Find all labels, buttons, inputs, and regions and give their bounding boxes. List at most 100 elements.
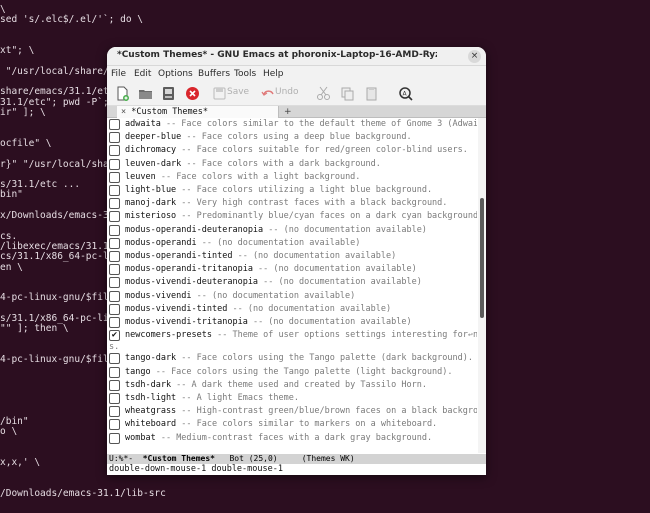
theme-entry[interactable]: leuven -- Face colors with a light backg…	[125, 171, 360, 184]
save-button[interactable]: Save	[227, 87, 249, 103]
menu-tools[interactable]: Tools	[234, 69, 256, 79]
scrollbar-thumb[interactable]	[480, 198, 484, 318]
theme-name[interactable]: tango	[125, 367, 151, 377]
theme-entry[interactable]: tsdh-dark -- A dark theme used and creat…	[125, 379, 427, 392]
theme-name[interactable]: whiteboard	[125, 419, 176, 429]
theme-name[interactable]: modus-operandi-tritanopia	[125, 264, 253, 274]
search-icon[interactable]: A	[398, 86, 413, 101]
theme-checkbox[interactable]	[109, 379, 120, 391]
theme-name[interactable]: deeper-blue	[125, 132, 181, 142]
theme-checkbox[interactable]	[109, 198, 120, 210]
theme-checkbox[interactable]	[109, 290, 120, 302]
theme-entry[interactable]: manoj-dark -- Very high contrast faces w…	[125, 197, 447, 210]
theme-checkbox[interactable]	[109, 406, 120, 418]
theme-name[interactable]: tsdh-dark	[125, 380, 171, 390]
modeline-buffer-name[interactable]: *Custom Themes*	[143, 454, 215, 463]
theme-checkbox[interactable]	[109, 393, 120, 404]
tab-custom-themes[interactable]: × *Custom Themes*	[117, 106, 279, 118]
menu-options[interactable]: Options	[158, 69, 193, 79]
theme-entry[interactable]: tsdh-light -- A light Emacs theme.	[125, 392, 299, 405]
mode-line[interactable]: U:%*- *Custom Themes* Bot (25,0) (Themes…	[107, 454, 486, 464]
theme-entry[interactable]: modus-vivendi-tritanopia -- (no document…	[125, 316, 412, 329]
theme-checkbox[interactable]	[109, 185, 120, 196]
new-file-icon[interactable]	[115, 86, 130, 101]
theme-entry[interactable]: tango-dark -- Face colors using the Tang…	[125, 352, 473, 365]
menu-buffers[interactable]: Buffers	[198, 69, 230, 79]
theme-name[interactable]: wheatgrass	[125, 406, 176, 416]
theme-entry[interactable]: newcomers-presets -- Theme of user optio…	[125, 329, 477, 342]
menu-edit[interactable]: Edit	[134, 69, 151, 79]
theme-name[interactable]: tsdh-light	[125, 393, 176, 403]
theme-entry[interactable]: modus-vivendi-tinted -- (no documentatio…	[125, 303, 391, 316]
theme-entry[interactable]: whiteboard -- Face colors similar to mar…	[125, 418, 437, 431]
dired-icon[interactable]	[161, 86, 176, 101]
theme-name[interactable]: modus-vivendi-tinted	[125, 304, 227, 314]
theme-checkbox[interactable]	[109, 366, 120, 378]
theme-checkbox[interactable]	[109, 251, 120, 262]
theme-name[interactable]: modus-vivendi-tritanopia	[125, 317, 248, 327]
theme-name[interactable]: dichromacy	[125, 145, 176, 155]
close-window-button[interactable]: ×	[468, 50, 481, 63]
theme-name[interactable]: tango-dark	[125, 353, 176, 363]
theme-name[interactable]: wombat	[125, 433, 156, 443]
theme-checkbox[interactable]	[109, 237, 120, 249]
theme-name[interactable]: modus-vivendi	[125, 291, 192, 301]
theme-name[interactable]: modus-vivendi-deuteranopia	[125, 277, 258, 287]
theme-name[interactable]: manoj-dark	[125, 198, 176, 208]
theme-checkbox[interactable]	[109, 353, 120, 365]
theme-name[interactable]: modus-operandi-tinted	[125, 251, 232, 261]
theme-entry[interactable]: light-blue -- Face colors utilizing a li…	[125, 184, 432, 197]
theme-entry[interactable]: dichromacy -- Face colors suitable for r…	[125, 144, 468, 157]
theme-name[interactable]: leuven	[125, 172, 156, 182]
theme-checkbox[interactable]	[109, 224, 120, 236]
title-bar[interactable]: *Custom Themes* - GNU Emacs at phoronix-…	[107, 47, 486, 66]
theme-entry[interactable]: modus-vivendi-deuteranopia -- (no docume…	[125, 276, 422, 289]
custom-themes-buffer[interactable]: adwaita -- Face colors similar to the de…	[107, 118, 477, 453]
theme-checkbox[interactable]	[109, 158, 120, 170]
theme-entry[interactable]: adwaita -- Face colors similar to the de…	[125, 118, 477, 131]
theme-checkbox[interactable]	[109, 277, 120, 289]
theme-entry[interactable]: deeper-blue -- Face colors using a deep …	[125, 131, 412, 144]
theme-checkbox[interactable]	[109, 432, 120, 444]
tab-close-icon[interactable]: ×	[121, 107, 126, 117]
modeline-mode[interactable]: (Themes WK)	[302, 454, 355, 463]
theme-entry[interactable]: modus-operandi-tinted -- (no documentati…	[125, 250, 396, 263]
theme-name[interactable]: modus-operandi-deuteranopia	[125, 225, 263, 235]
theme-checkbox[interactable]	[109, 211, 120, 223]
theme-checkbox[interactable]	[109, 132, 120, 144]
menu-help[interactable]: Help	[263, 69, 284, 79]
cut-icon[interactable]	[316, 86, 331, 101]
theme-entry[interactable]: wheatgrass -- High-contrast green/blue/b…	[125, 405, 477, 418]
theme-checkbox[interactable]	[109, 419, 120, 431]
kill-buffer-icon[interactable]	[185, 86, 200, 101]
theme-checkbox[interactable]	[109, 317, 120, 328]
theme-checkbox[interactable]	[109, 264, 120, 276]
new-tab-button[interactable]: +	[284, 106, 292, 118]
theme-checkbox[interactable]	[109, 303, 120, 315]
theme-name[interactable]: misterioso	[125, 211, 176, 221]
undo-button[interactable]: Undo	[275, 87, 299, 103]
paste-icon[interactable]	[364, 86, 379, 101]
theme-checkbox[interactable]	[109, 145, 120, 157]
theme-entry[interactable]: modus-operandi-deuteranopia -- (no docum…	[125, 224, 427, 237]
theme-entry[interactable]: leuven-dark -- Face colors with a dark b…	[125, 158, 381, 171]
theme-name[interactable]: adwaita	[125, 119, 161, 129]
theme-checkbox[interactable]: ✔	[109, 330, 120, 342]
theme-entry[interactable]: wombat -- Medium-contrast faces with a d…	[125, 432, 432, 445]
theme-name[interactable]: newcomers-presets	[125, 330, 212, 340]
theme-entry[interactable]: modus-vivendi -- (no documentation avail…	[125, 290, 355, 303]
theme-name[interactable]: leuven-dark	[125, 159, 181, 169]
theme-entry[interactable]: tango -- Face colors using the Tango pal…	[125, 366, 453, 379]
open-folder-icon[interactable]	[138, 86, 153, 101]
vertical-scrollbar[interactable]	[478, 118, 486, 453]
theme-checkbox[interactable]	[109, 119, 120, 130]
theme-checkbox[interactable]	[109, 171, 120, 183]
emacs-window[interactable]: *Custom Themes* - GNU Emacs at phoronix-…	[107, 47, 486, 475]
theme-entry[interactable]: modus-operandi -- (no documentation avai…	[125, 237, 360, 250]
theme-name[interactable]: light-blue	[125, 185, 176, 195]
theme-name[interactable]: modus-operandi	[125, 238, 197, 248]
theme-entry[interactable]: misterioso -- Predominantly blue/cyan fa…	[125, 210, 477, 223]
menu-file[interactable]: File	[111, 69, 126, 79]
theme-entry[interactable]: modus-operandi-tritanopia -- (no documen…	[125, 263, 417, 276]
copy-icon[interactable]	[340, 86, 355, 101]
